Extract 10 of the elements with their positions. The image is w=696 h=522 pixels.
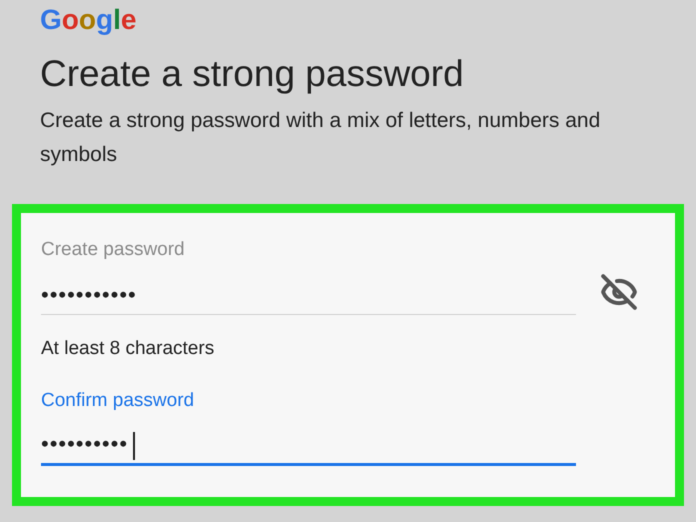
page-title: Create a strong password bbox=[40, 52, 465, 96]
hint-text: At least 8 characters bbox=[41, 337, 216, 361]
password-field[interactable]: •••••••••• bbox=[41, 426, 576, 466]
logo: Google bbox=[40, 4, 138, 36]
password-field[interactable]: ••••••••••• bbox=[41, 275, 576, 315]
text-cursor bbox=[133, 432, 135, 460]
toggle-visibility-button[interactable] bbox=[600, 273, 638, 311]
page-subtitle: Create a strong password with a mix of letters, numbers and symbols bbox=[40, 108, 602, 168]
field-label: Confirm password bbox=[41, 388, 196, 412]
field-label: Create password bbox=[41, 238, 186, 262]
